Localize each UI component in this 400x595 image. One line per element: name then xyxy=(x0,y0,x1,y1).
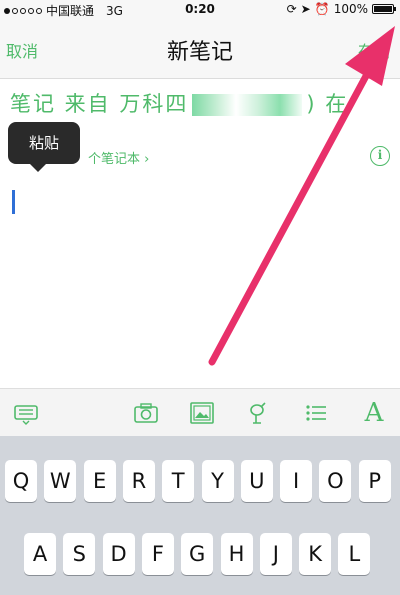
key-t[interactable]: T xyxy=(162,460,195,502)
key-l[interactable]: L xyxy=(338,533,371,575)
paste-tooltip-button[interactable]: 粘贴 xyxy=(8,122,80,172)
key-i[interactable]: I xyxy=(280,460,313,502)
navigation-bar: 取消 新笔记 存储 xyxy=(0,18,400,79)
key-p[interactable]: P xyxy=(358,460,391,502)
battery-percent: 100% xyxy=(333,2,368,16)
redacted-blur xyxy=(192,94,303,116)
status-right: ⟳ ➤ ⏰ 100% xyxy=(286,2,396,16)
text-format-icon[interactable]: A xyxy=(360,399,388,427)
list-icon[interactable] xyxy=(302,399,330,427)
keyboard-icon[interactable] xyxy=(12,399,40,427)
key-r[interactable]: R xyxy=(122,460,155,502)
info-icon[interactable]: i xyxy=(370,146,390,166)
camera-icon[interactable] xyxy=(132,399,160,427)
text-cursor xyxy=(12,190,15,214)
notebook-selector-link[interactable]: 个笔记本 › xyxy=(88,148,149,167)
battery-icon xyxy=(372,4,396,14)
note-title-prefix: 笔记 来自 万科四 xyxy=(10,92,189,116)
key-s[interactable]: S xyxy=(63,533,96,575)
handwriting-icon[interactable] xyxy=(244,399,272,427)
key-e[interactable]: E xyxy=(83,460,116,502)
key-a[interactable]: A xyxy=(24,533,56,575)
key-k[interactable]: K xyxy=(299,533,332,575)
key-q[interactable]: Q xyxy=(5,460,37,502)
location-icon: ➤ xyxy=(300,2,311,16)
key-j[interactable]: J xyxy=(259,533,292,575)
save-button[interactable]: 存储 xyxy=(358,38,390,62)
note-title-suffix: ) 在 xyxy=(306,92,349,116)
editor-toolbar: A xyxy=(0,388,400,437)
image-icon[interactable] xyxy=(188,399,216,427)
on-screen-keyboard: QWERTYUIOP ASDFGHJKL xyxy=(0,436,400,595)
page-title: 新笔记 xyxy=(166,40,233,65)
note-title-field[interactable]: 笔记 来自 万科四 ) 在 xyxy=(10,88,395,118)
key-g[interactable]: G xyxy=(181,533,214,575)
key-h[interactable]: H xyxy=(220,533,253,575)
key-d[interactable]: D xyxy=(102,533,135,575)
key-y[interactable]: Y xyxy=(201,460,234,502)
alarm-icon: ⏰ xyxy=(314,2,330,16)
key-u[interactable]: U xyxy=(240,460,273,502)
rotation-lock-icon: ⟳ xyxy=(286,2,297,16)
key-f[interactable]: F xyxy=(141,533,174,575)
status-bar: 中国联通 3G 0:20 ⟳ ➤ ⏰ 100% xyxy=(0,0,400,18)
key-o[interactable]: O xyxy=(319,460,352,502)
key-w[interactable]: W xyxy=(44,460,77,502)
note-body-editor[interactable] xyxy=(0,176,400,386)
